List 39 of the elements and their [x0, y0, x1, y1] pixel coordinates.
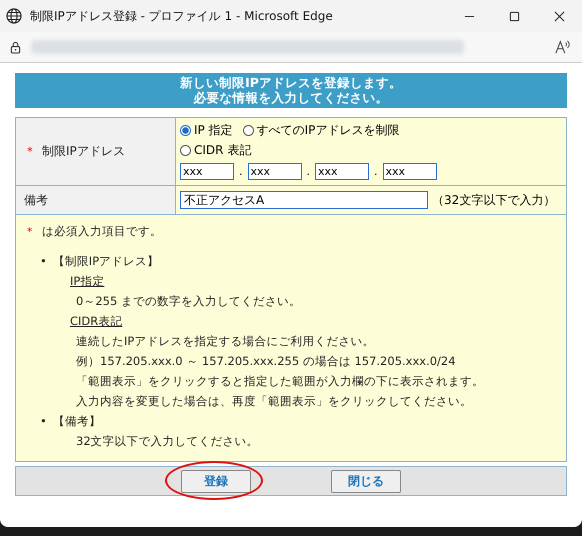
- hint-text: （32文字以下で入力）: [432, 192, 556, 206]
- required-mark: ＊: [24, 144, 36, 158]
- bullet-mark: •: [40, 414, 47, 428]
- dot-separator: .: [239, 165, 242, 178]
- subheading: IP指定: [70, 273, 106, 290]
- banner-text: 必要な情報を入力してください。: [194, 90, 388, 105]
- action-button[interactable]: 登録: [181, 470, 251, 492]
- octet-field[interactable]: xxx: [315, 163, 369, 180]
- subheading: CIDR表記: [70, 313, 124, 330]
- octet-field[interactable]: xxx: [382, 163, 436, 180]
- help-text: 連続したIPアドレスを指定する場合にご利用ください。: [75, 333, 376, 350]
- bullet-mark: •: [40, 254, 47, 268]
- lock-icon[interactable]: [10, 40, 21, 54]
- maximize-icon[interactable]: [509, 10, 520, 22]
- octet-field[interactable]: xxx: [248, 163, 302, 180]
- globe-icon: [6, 8, 22, 24]
- read-aloud-icon[interactable]: [554, 39, 572, 55]
- section-title: 【備考】: [52, 414, 101, 428]
- dot-separator: .: [306, 165, 310, 178]
- octet-field[interactable]: xxx: [180, 163, 234, 180]
- action-button[interactable]: 閉じる: [331, 470, 401, 492]
- help-text: は必須入力項目です。: [42, 224, 162, 238]
- field-label: 制限IPアドレス: [42, 144, 125, 158]
- section-title: 【制限IPアドレス】: [52, 254, 160, 268]
- help-text: 入力内容を変更した場合は、再度「範囲表示」をクリックしてください。: [75, 393, 473, 410]
- help-text: 32文字以下で入力してください。: [75, 433, 260, 450]
- dot-separator: .: [374, 165, 378, 178]
- help-text: 例）157.205.xxx.0 ～ 157.205.xxx.255 の場合は 157.205.xxx.0/24: [75, 353, 457, 370]
- banner-text: 新しい制限IPアドレスを登録します。: [180, 75, 402, 90]
- field-label: 備考: [24, 192, 48, 206]
- radio-option[interactable]: すべてのIPアドレスを制限: [242, 122, 400, 139]
- note-field[interactable]: 不正アクセスA: [180, 191, 428, 209]
- help-text: 「範囲表示」をクリックすると指定した範囲が入力欄の下に表示されます。: [75, 373, 485, 390]
- required-mark: ＊: [24, 224, 36, 238]
- help-text: 0～255 までの数字を入力してください。: [75, 293, 302, 310]
- window-title: 制限IPアドレス登録 - プロファイル 1 - Microsoft Edge: [30, 8, 334, 24]
- radio-option[interactable]: CIDR 表記: [180, 142, 562, 159]
- radio-option[interactable]: IP 指定: [180, 122, 233, 139]
- close-icon[interactable]: [554, 10, 565, 22]
